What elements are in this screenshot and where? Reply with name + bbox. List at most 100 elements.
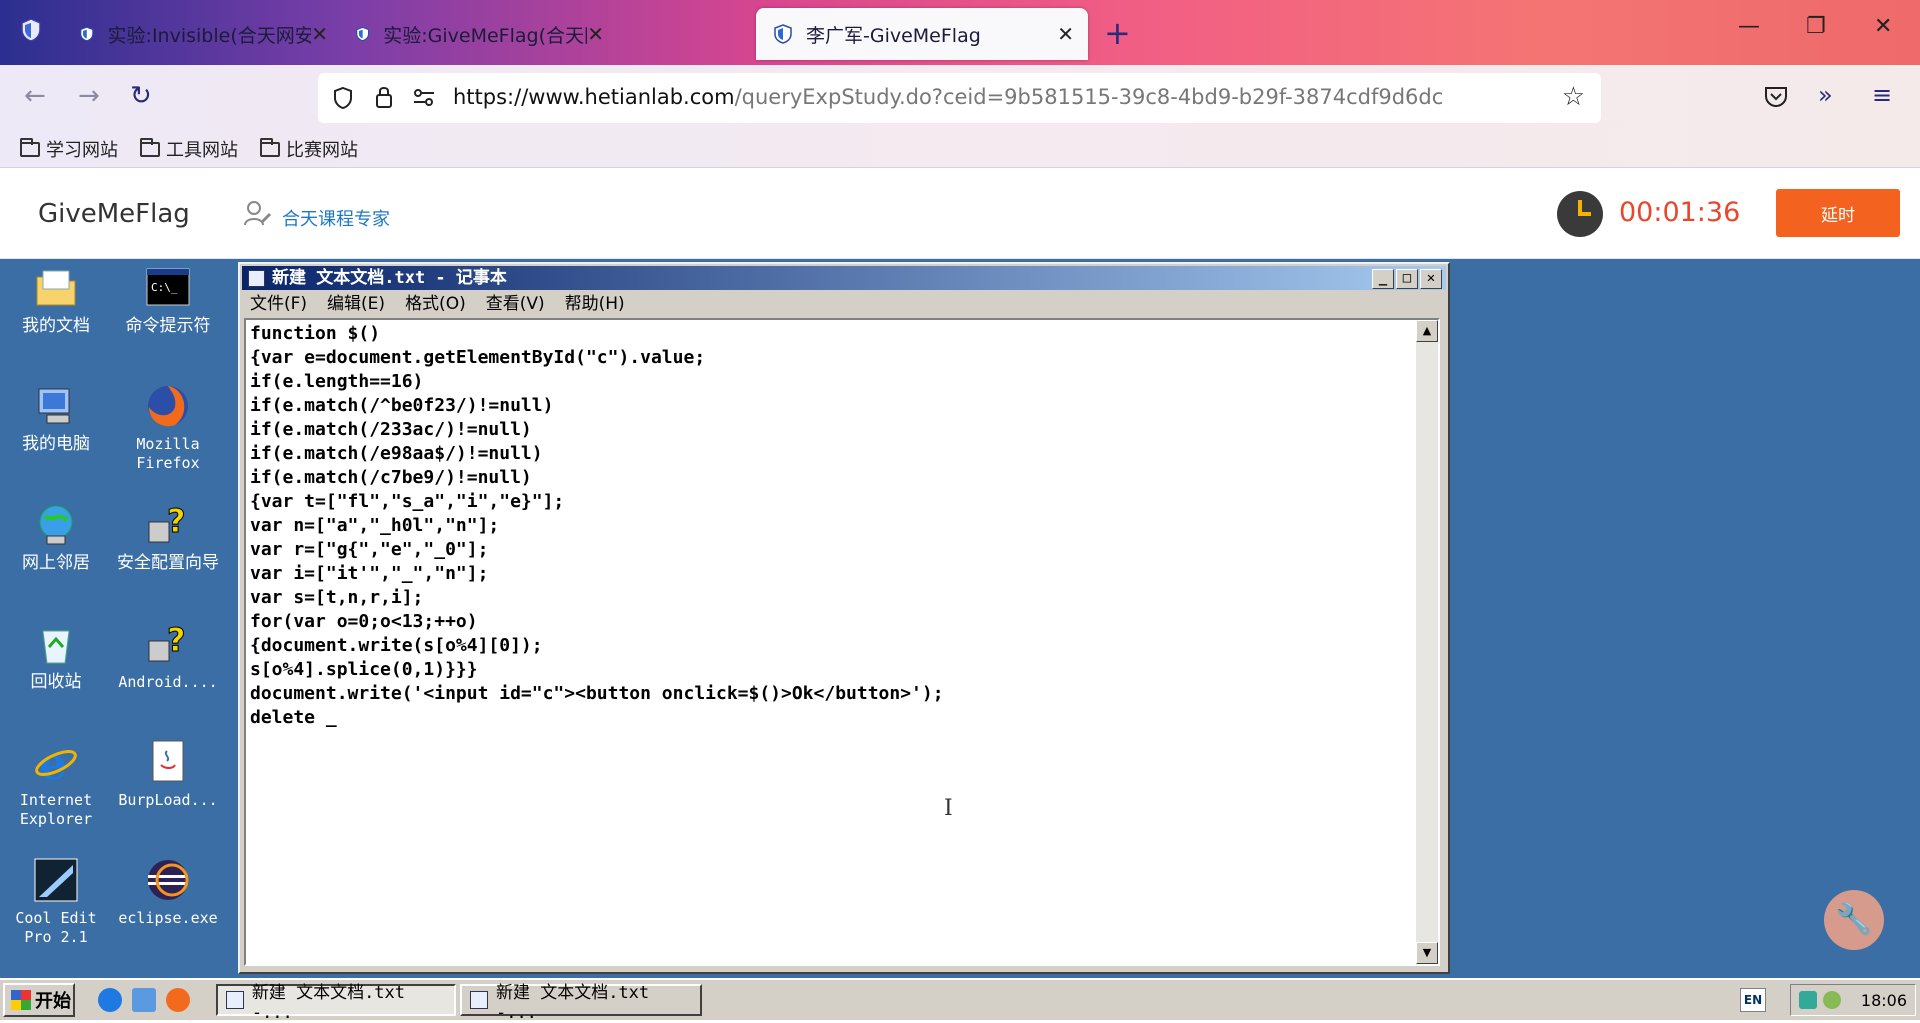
system-clock: 18:06 bbox=[1860, 990, 1907, 1010]
desktop-icon-label: 安全配置向导 bbox=[117, 553, 219, 573]
desktop-icon-firefox[interactable]: Mozilla Firefox bbox=[112, 383, 224, 473]
bookmark-folder-contest[interactable]: 比赛网站 bbox=[260, 136, 358, 162]
scroll-down-icon[interactable]: ▼ bbox=[1416, 942, 1438, 964]
page-title: GiveMeFlag bbox=[38, 199, 190, 229]
notepad-window[interactable]: 新建 文本文档.txt - 记事本 _ □ ✕ 文件(F) 编辑(E) 格式(O… bbox=[238, 262, 1450, 974]
restore-icon[interactable]: ❐ bbox=[1806, 14, 1826, 39]
network-icon bbox=[33, 502, 79, 548]
windows-logo-icon bbox=[11, 990, 31, 1010]
eclipse-icon bbox=[145, 857, 191, 903]
maximize-icon[interactable]: □ bbox=[1396, 269, 1418, 289]
wizard-icon: ? bbox=[145, 621, 191, 667]
url-bar[interactable]: https://www.hetianlab.com/queryExpStudy.… bbox=[318, 73, 1601, 123]
volume-tray-icon[interactable] bbox=[1823, 991, 1841, 1009]
task-label: 新建 文本文档.txt -... bbox=[495, 982, 650, 1023]
wizard-icon: ? bbox=[145, 502, 191, 548]
forward-arrow-icon[interactable]: → bbox=[78, 81, 100, 111]
svg-text:?: ? bbox=[167, 621, 186, 659]
close-icon[interactable]: ✕ bbox=[1420, 269, 1442, 289]
notepad-text-area[interactable]: function $() {var e=document.getElementB… bbox=[244, 318, 1440, 966]
svg-text:?: ? bbox=[167, 502, 186, 540]
desktop-icon-label: Internet Explorer bbox=[19, 791, 93, 828]
back-arrow-icon[interactable]: ← bbox=[24, 81, 46, 111]
network-tray-icon[interactable] bbox=[1799, 991, 1817, 1009]
bookmark-folder-tools[interactable]: 工具网站 bbox=[140, 136, 238, 162]
notepad-content[interactable]: function $() {var e=document.getElementB… bbox=[250, 322, 944, 730]
start-button[interactable]: 开始 bbox=[3, 983, 75, 1017]
desktop-icon-android[interactable]: ? Android.... bbox=[112, 621, 224, 692]
menu-format[interactable]: 格式(O) bbox=[405, 292, 466, 316]
bookmark-star-icon[interactable]: ☆ bbox=[1562, 82, 1585, 112]
ie-quicklaunch-icon[interactable] bbox=[98, 988, 122, 1012]
minimize-icon[interactable]: _ bbox=[1372, 269, 1394, 289]
desktop-icon-label: 命令提示符 bbox=[125, 316, 211, 336]
close-icon[interactable]: ✕ bbox=[1057, 22, 1074, 46]
desktop-icon-recycle-bin[interactable]: 回收站 bbox=[0, 621, 112, 692]
user-icon bbox=[244, 201, 271, 226]
desktop-icon-eclipse[interactable]: eclipse.exe bbox=[112, 857, 224, 928]
desktop-icon-my-documents[interactable]: 我的文档 bbox=[0, 265, 112, 336]
desktop-icon-label: 我的电脑 bbox=[22, 434, 90, 454]
tab-active-givemeflag[interactable]: 李广军-GiveMeFlag ✕ bbox=[756, 8, 1088, 60]
permissions-icon[interactable] bbox=[412, 88, 436, 108]
wrench-icon[interactable]: 🔧 bbox=[1824, 890, 1884, 950]
menu-view[interactable]: 查看(V) bbox=[486, 292, 545, 316]
url-host: https://www.hetianlab.com bbox=[453, 85, 735, 109]
folder-icon bbox=[260, 137, 280, 157]
url-path: /queryExpStudy.do?ceid=9b581515-39c8-4bd… bbox=[734, 85, 1444, 109]
scroll-up-icon[interactable]: ▲ bbox=[1416, 320, 1438, 342]
bookmark-folder-study[interactable]: 学习网站 bbox=[20, 136, 118, 162]
svg-text:C:\_: C:\_ bbox=[151, 281, 178, 294]
clock-icon bbox=[1557, 191, 1603, 237]
recycle-bin-icon bbox=[33, 621, 79, 667]
desktop-icon-cool-edit[interactable]: Cool Edit Pro 2.1 bbox=[0, 857, 112, 947]
vertical-scrollbar[interactable]: ▲ ▼ bbox=[1416, 320, 1438, 964]
tracking-shield-icon[interactable] bbox=[332, 86, 354, 110]
new-tab-button[interactable]: + bbox=[1104, 14, 1131, 52]
notepad-menu-bar: 文件(F) 编辑(E) 格式(O) 查看(V) 帮助(H) bbox=[242, 292, 625, 316]
taskbar-item-notepad[interactable]: 新建 文本文档.txt -... bbox=[460, 983, 702, 1023]
desktop-icon-label: Cool Edit Pro 2.1 bbox=[15, 909, 97, 946]
lock-icon[interactable] bbox=[374, 85, 394, 109]
tab-givemeflag[interactable]: 实验:GiveMeFlag(合天网安实验 ✕ bbox=[338, 8, 618, 60]
extend-time-button[interactable]: 延时 bbox=[1776, 189, 1900, 237]
close-icon[interactable]: ✕ bbox=[311, 22, 328, 46]
pocket-icon[interactable] bbox=[1763, 85, 1789, 109]
notepad-icon bbox=[248, 270, 265, 287]
desktop-quicklaunch-icon[interactable] bbox=[132, 988, 156, 1012]
desktop-icon-label: 我的文档 bbox=[22, 316, 90, 336]
cooledit-icon bbox=[33, 857, 79, 903]
firefox-quicklaunch-icon[interactable] bbox=[166, 988, 190, 1012]
tab-invisible[interactable]: 实验:Invisible(合天网安实验室) ✕ bbox=[62, 8, 342, 60]
bookmarks-bar: 学习网站 工具网站 比赛网站 bbox=[0, 130, 1920, 168]
firefox-view-icon[interactable] bbox=[20, 18, 42, 42]
desktop-icon-security-wizard[interactable]: ? 安全配置向导 bbox=[112, 502, 224, 573]
desktop-icon-command-prompt[interactable]: C:\_ 命令提示符 bbox=[112, 265, 224, 336]
java-icon bbox=[145, 739, 191, 785]
user-name-link[interactable]: 合天课程专家 bbox=[282, 205, 390, 231]
notepad-icon bbox=[470, 991, 488, 1009]
close-icon[interactable]: ✕ bbox=[587, 22, 604, 46]
minimize-icon[interactable]: — bbox=[1738, 14, 1760, 39]
notepad-title-bar[interactable]: 新建 文本文档.txt - 记事本 _ □ ✕ bbox=[242, 266, 1446, 290]
language-indicator[interactable]: EN bbox=[1740, 988, 1766, 1012]
desktop-icon-internet-explorer[interactable]: e Internet Explorer bbox=[0, 739, 112, 829]
menu-edit[interactable]: 编辑(E) bbox=[327, 292, 385, 316]
menu-file[interactable]: 文件(F) bbox=[250, 292, 307, 316]
desktop-icon-burpload[interactable]: BurpLoad... bbox=[112, 739, 224, 810]
desktop-icon-label: 回收站 bbox=[30, 672, 82, 692]
desktop-icon-network[interactable]: 网上邻居 bbox=[0, 502, 112, 573]
tab-label: 实验:Invisible(合天网安实验室) bbox=[107, 24, 312, 47]
tab-label: 实验:GiveMeFlag(合天网安实验 bbox=[383, 24, 587, 47]
reload-icon[interactable]: ↻ bbox=[130, 81, 152, 111]
taskbar-item-notepad-active[interactable]: 新建 文本文档.txt -... bbox=[216, 983, 456, 1023]
shield-icon bbox=[356, 26, 370, 42]
url-text[interactable]: https://www.hetianlab.com/queryExpStudy.… bbox=[453, 85, 1443, 109]
extensions-overflow-icon[interactable]: » bbox=[1818, 81, 1833, 109]
menu-help[interactable]: 帮助(H) bbox=[565, 292, 625, 316]
firefox-icon bbox=[145, 383, 191, 429]
desktop-icon-computer[interactable]: 我的电脑 bbox=[0, 383, 112, 454]
browser-tab-bar: 实验:Invisible(合天网安实验室) ✕ 实验:GiveMeFlag(合天… bbox=[0, 0, 1920, 65]
window-close-icon[interactable]: ✕ bbox=[1874, 14, 1892, 39]
menu-hamburger-icon[interactable]: ≡ bbox=[1872, 81, 1892, 109]
